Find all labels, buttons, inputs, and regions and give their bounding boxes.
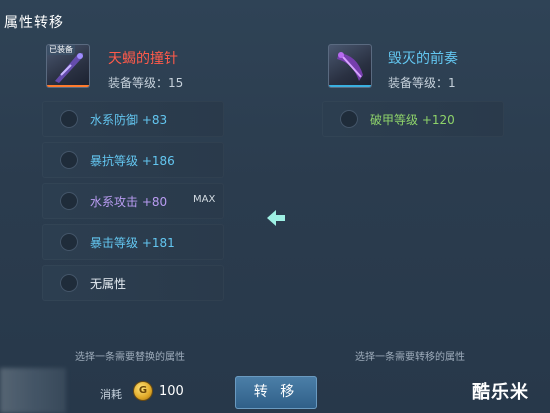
right-item-name: 毁灭的前奏 bbox=[388, 51, 458, 67]
radio-button[interactable] bbox=[340, 110, 358, 128]
attribute-text: 无属性 bbox=[90, 275, 126, 292]
attribute-text: 水系防御 +83 bbox=[90, 111, 167, 128]
gold-coin-icon: G bbox=[134, 382, 152, 400]
left-item-name: 天蝎的撞针 bbox=[108, 51, 178, 67]
attribute-text: 破甲等级 +120 bbox=[370, 111, 455, 128]
level-label: 装备等级： bbox=[388, 76, 449, 90]
radio-button[interactable] bbox=[60, 274, 78, 292]
attribute-name: 水系攻击 bbox=[90, 195, 139, 209]
attribute-name: 破甲等级 bbox=[370, 113, 419, 127]
destruction-prelude-weapon-icon bbox=[337, 52, 363, 81]
attribute-value: +120 bbox=[421, 113, 455, 127]
rarity-underline bbox=[47, 85, 89, 87]
attribute-name: 暴击等级 bbox=[90, 236, 139, 250]
attribute-text: 暴击等级 +181 bbox=[90, 234, 175, 251]
left-attribute-slot[interactable]: 水系防御 +83 bbox=[42, 101, 224, 137]
right-item-level: 装备等级：1 bbox=[388, 74, 456, 91]
level-value: 15 bbox=[168, 76, 184, 90]
left-item-icon[interactable]: 已装备 bbox=[46, 44, 90, 88]
blurred-region bbox=[0, 368, 66, 413]
watermark-logo: 酷乐米 bbox=[472, 382, 529, 403]
transfer-button[interactable]: 转 移 bbox=[235, 376, 317, 409]
level-value: 1 bbox=[448, 76, 456, 90]
attribute-value: +83 bbox=[141, 113, 168, 127]
equipped-badge: 已装备 bbox=[47, 45, 75, 55]
radio-button[interactable] bbox=[60, 151, 78, 169]
radio-button[interactable] bbox=[60, 192, 78, 210]
rarity-underline bbox=[329, 85, 371, 87]
cost-label: 消耗 bbox=[100, 388, 122, 401]
left-attribute-slot[interactable]: 暴抗等级 +186 bbox=[42, 142, 224, 178]
right-item-icon[interactable] bbox=[328, 44, 372, 88]
level-label: 装备等级： bbox=[108, 76, 169, 90]
left-attribute-slot[interactable]: 无属性 bbox=[42, 265, 224, 301]
cost-value: 100 bbox=[159, 384, 184, 399]
left-attribute-slot[interactable]: 暴击等级 +181 bbox=[42, 224, 224, 260]
attribute-value: +186 bbox=[141, 154, 175, 168]
left-hint-text: 选择一条需要替换的属性 bbox=[75, 352, 185, 363]
attribute-value: +181 bbox=[141, 236, 175, 250]
panel-title: 属性转移 bbox=[4, 15, 64, 31]
radio-button[interactable] bbox=[60, 110, 78, 128]
attribute-value: +80 bbox=[141, 195, 168, 209]
attribute-name: 暴抗等级 bbox=[90, 154, 139, 168]
attribute-text: 暴抗等级 +186 bbox=[90, 152, 175, 169]
radio-button[interactable] bbox=[60, 233, 78, 251]
attribute-text: 水系攻击 +80 bbox=[90, 193, 167, 210]
attribute-transfer-panel: 属性转移 已装备 天蝎的撞针 装备等级：15 毁灭的前奏 装备等级：1 水系防御… bbox=[0, 0, 550, 413]
attribute-name: 水系防御 bbox=[90, 113, 139, 127]
max-badge: MAX bbox=[193, 194, 216, 205]
attribute-name: 无属性 bbox=[90, 277, 127, 291]
right-attribute-slot[interactable]: 破甲等级 +120 bbox=[322, 101, 504, 137]
left-item-level: 装备等级：15 bbox=[108, 74, 183, 91]
arrow-left-icon bbox=[267, 210, 285, 226]
right-hint-text: 选择一条需要转移的属性 bbox=[355, 352, 465, 363]
